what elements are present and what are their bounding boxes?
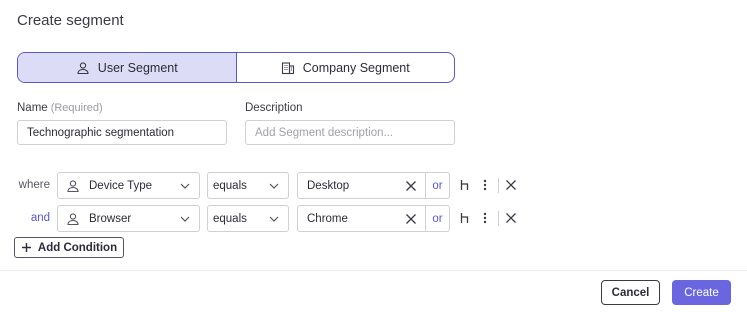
name-label: Name (Required) xyxy=(17,102,103,114)
property-value: Device Type xyxy=(89,179,153,192)
operator-value: equals xyxy=(213,179,247,192)
user-icon xyxy=(66,212,80,226)
plus-icon xyxy=(21,242,32,253)
value-text: Desktop xyxy=(307,179,350,192)
property-value: Browser xyxy=(89,212,132,225)
remove-condition-icon[interactable] xyxy=(504,211,518,225)
chevron-down-icon xyxy=(178,179,192,193)
property-select[interactable]: Device Type xyxy=(57,172,200,199)
operator-select[interactable]: equals xyxy=(207,172,289,199)
more-options-icon[interactable] xyxy=(478,178,492,192)
name-label-text: Name xyxy=(17,102,48,114)
company-segment-label: Company Segment xyxy=(302,60,410,75)
remove-condition-icon[interactable] xyxy=(504,178,518,192)
operator-select[interactable]: equals xyxy=(207,205,289,232)
create-button[interactable]: Create xyxy=(672,280,731,305)
property-select[interactable]: Browser xyxy=(57,205,200,232)
cancel-button[interactable]: Cancel xyxy=(601,280,660,305)
dialog-title: Create segment xyxy=(17,12,124,29)
user-icon xyxy=(76,61,90,75)
clear-value-icon[interactable] xyxy=(397,206,425,231)
clear-value-icon[interactable] xyxy=(397,173,425,198)
add-condition-button[interactable]: Add Condition xyxy=(14,237,124,258)
group-icon[interactable] xyxy=(458,178,472,192)
value-input[interactable]: Desktop or xyxy=(297,172,450,199)
segment-type-toggle: User Segment Company Segment xyxy=(17,52,455,83)
chevron-down-icon xyxy=(267,212,281,226)
condition-row: and Browser equals Chrome or xyxy=(0,205,747,233)
value-text: Chrome xyxy=(307,212,348,225)
name-input[interactable] xyxy=(17,120,227,145)
company-segment-option[interactable]: Company Segment xyxy=(237,53,455,82)
more-options-icon[interactable] xyxy=(478,211,492,225)
description-label: Description xyxy=(245,102,303,114)
condition-row: where Device Type equals Desktop or xyxy=(0,172,747,200)
value-input[interactable]: Chrome or xyxy=(297,205,450,232)
chevron-down-icon xyxy=(178,212,192,226)
or-button[interactable]: or xyxy=(425,173,449,198)
condition-connector: and xyxy=(30,212,50,224)
row-divider xyxy=(498,178,499,193)
description-input[interactable] xyxy=(245,120,455,145)
building-icon xyxy=(281,61,295,75)
required-hint: (Required) xyxy=(50,102,103,114)
chevron-down-icon xyxy=(267,179,281,193)
footer-divider xyxy=(0,270,747,271)
user-segment-option[interactable]: User Segment xyxy=(18,53,237,82)
add-condition-label: Add Condition xyxy=(37,241,118,254)
user-icon xyxy=(66,179,80,193)
user-segment-label: User Segment xyxy=(97,60,178,75)
condition-connector: where xyxy=(18,179,50,191)
operator-value: equals xyxy=(213,212,247,225)
row-divider xyxy=(498,211,499,226)
or-button[interactable]: or xyxy=(425,206,449,231)
group-icon[interactable] xyxy=(458,211,472,225)
